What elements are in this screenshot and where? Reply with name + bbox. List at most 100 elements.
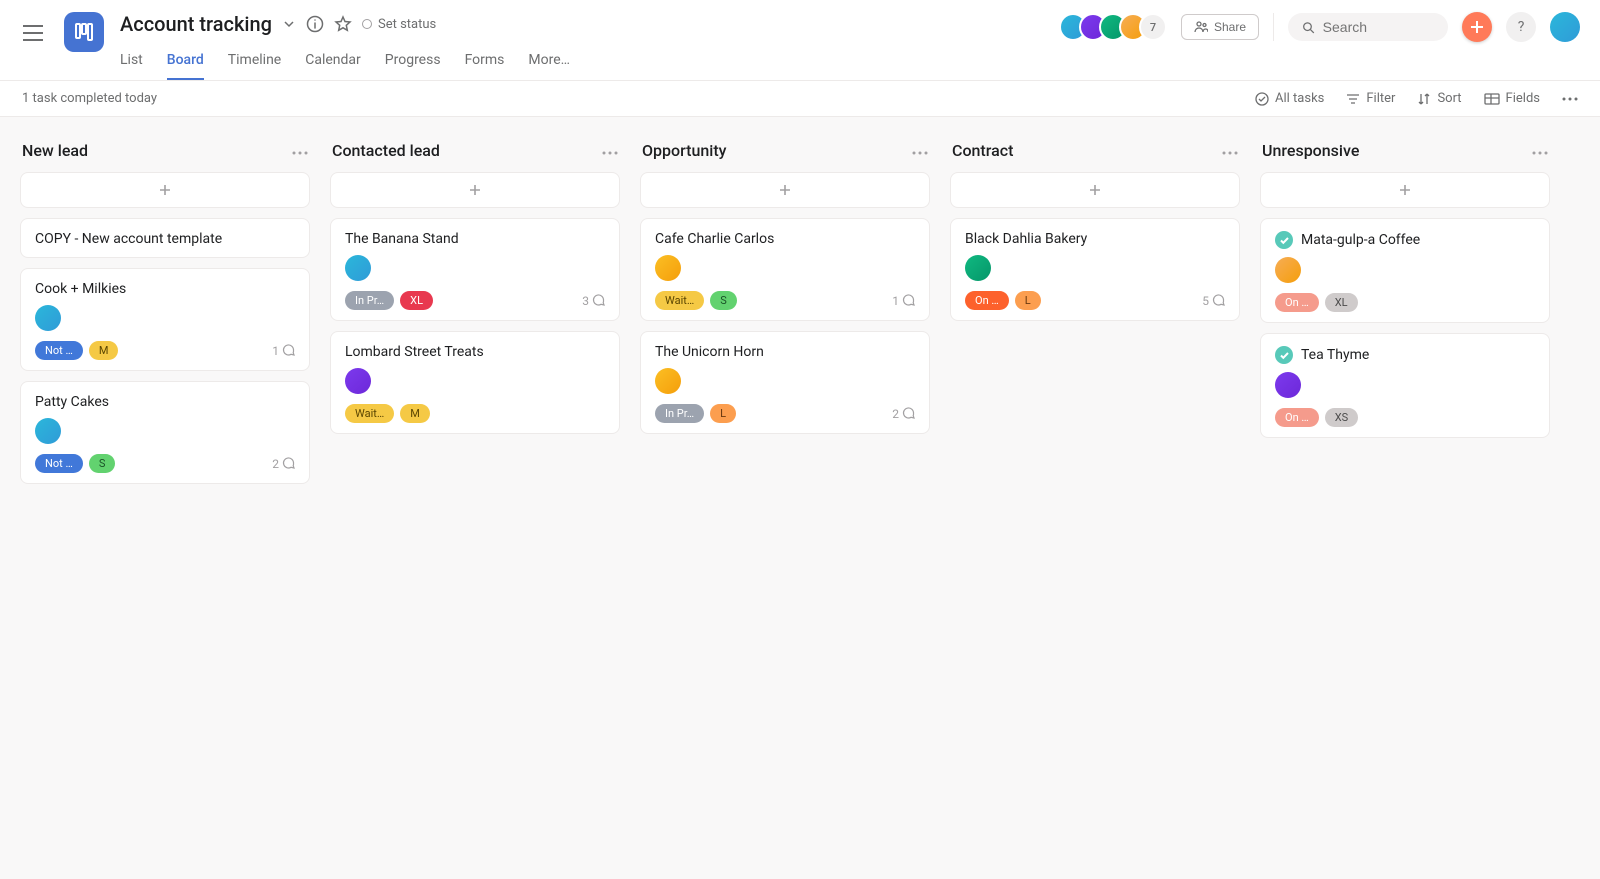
toolbar-more[interactable] bbox=[1562, 97, 1578, 101]
hamburger-icon bbox=[23, 25, 43, 41]
search-field[interactable] bbox=[1288, 13, 1448, 41]
add-task-button[interactable] bbox=[950, 172, 1240, 208]
plus-icon bbox=[1470, 20, 1484, 34]
column: New lead COPY - New account template Coo… bbox=[20, 135, 310, 494]
card-tag: On … bbox=[965, 291, 1009, 310]
hamburger-menu[interactable] bbox=[18, 18, 48, 48]
card-tag: In Pr… bbox=[655, 404, 704, 423]
add-task-button[interactable] bbox=[640, 172, 930, 208]
card-title: Cafe Charlie Carlos bbox=[655, 231, 774, 247]
assignee-avatar bbox=[35, 305, 61, 331]
done-check-icon bbox=[1275, 346, 1293, 364]
card-tag: XL bbox=[1325, 293, 1358, 312]
comment-count: 1 bbox=[892, 294, 915, 308]
comment-count: 3 bbox=[582, 294, 605, 308]
assignee-avatar bbox=[655, 255, 681, 281]
task-card[interactable]: Black Dahlia Bakery On … L 5 bbox=[950, 218, 1240, 321]
tab-timeline[interactable]: Timeline bbox=[228, 46, 281, 80]
assignee-avatar bbox=[655, 368, 681, 394]
card-title: Tea Thyme bbox=[1301, 347, 1369, 363]
board-icon bbox=[74, 22, 94, 42]
share-label: Share bbox=[1214, 20, 1246, 34]
add-task-button[interactable] bbox=[1260, 172, 1550, 208]
search-input[interactable] bbox=[1323, 19, 1434, 35]
column-menu[interactable] bbox=[1532, 143, 1548, 159]
favorite-toggle[interactable] bbox=[334, 15, 352, 33]
card-tag: In Pr… bbox=[345, 291, 394, 310]
add-task-button[interactable] bbox=[20, 172, 310, 208]
column: Unresponsive Mata-gulp-a Coffee On …XL T… bbox=[1260, 135, 1550, 494]
column-title: Opportunity bbox=[642, 141, 727, 160]
card-tag: Not … bbox=[35, 341, 83, 360]
help-button[interactable]: ? bbox=[1506, 12, 1536, 42]
card-title: Black Dahlia Bakery bbox=[965, 231, 1087, 247]
tab-forms[interactable]: Forms bbox=[465, 46, 505, 80]
fields-button[interactable]: Fields bbox=[1484, 91, 1540, 106]
tab-more[interactable]: More… bbox=[528, 46, 570, 80]
tab-calendar[interactable]: Calendar bbox=[305, 46, 361, 80]
task-card[interactable]: COPY - New account template bbox=[20, 218, 310, 258]
completion-status: 1 task completed today bbox=[22, 91, 157, 106]
tab-progress[interactable]: Progress bbox=[385, 46, 441, 80]
current-user-avatar[interactable] bbox=[1550, 12, 1580, 42]
project-title: Account tracking bbox=[120, 12, 272, 36]
separator bbox=[1273, 13, 1274, 41]
column-menu[interactable] bbox=[912, 143, 928, 159]
column-title: New lead bbox=[22, 141, 88, 160]
topbar: Account tracking Set status List Board Tim… bbox=[0, 0, 1600, 81]
assignee-avatar bbox=[345, 368, 371, 394]
column: Opportunity Cafe Charlie Carlos Wait…S1 … bbox=[640, 135, 930, 494]
board: New lead COPY - New account template Coo… bbox=[0, 117, 1600, 512]
quick-add-button[interactable] bbox=[1462, 12, 1492, 42]
set-status-label: Set status bbox=[378, 17, 436, 32]
member-overflow: 7 bbox=[1139, 13, 1167, 41]
card-title: Patty Cakes bbox=[35, 394, 109, 410]
comment-count: 2 bbox=[892, 407, 915, 421]
filter-button[interactable]: Filter bbox=[1346, 91, 1395, 106]
assignee-avatar bbox=[35, 418, 61, 444]
task-card[interactable]: Cafe Charlie Carlos Wait…S1 bbox=[640, 218, 930, 321]
task-card[interactable]: Patty Cakes Not …S2 bbox=[20, 381, 310, 484]
column: Contract Black Dahlia Bakery On …L5 bbox=[950, 135, 1240, 494]
column-menu[interactable] bbox=[292, 143, 308, 159]
task-card[interactable]: Cook + Milkies Not … M 1 bbox=[20, 268, 310, 371]
card-tag: S bbox=[89, 454, 116, 473]
share-button[interactable]: Share bbox=[1181, 14, 1259, 40]
project-head: Account tracking Set status List Board Tim… bbox=[120, 8, 570, 80]
task-card[interactable]: Lombard Street Treats Wait…M bbox=[330, 331, 620, 434]
card-title: Cook + Milkies bbox=[35, 281, 126, 297]
card-tag: Wait… bbox=[345, 404, 394, 423]
card-tag: S bbox=[710, 291, 737, 310]
card-tag: M bbox=[400, 404, 430, 423]
set-status-button[interactable]: Set status bbox=[362, 17, 436, 32]
search-icon bbox=[1302, 20, 1315, 35]
comment-count: 1 bbox=[272, 344, 295, 358]
task-card[interactable]: Mata-gulp-a Coffee On … XL bbox=[1260, 218, 1550, 323]
card-tag: L bbox=[710, 404, 736, 423]
all-tasks-filter[interactable]: All tasks bbox=[1255, 91, 1324, 106]
card-title: Mata-gulp-a Coffee bbox=[1301, 232, 1420, 248]
sort-icon bbox=[1417, 92, 1431, 106]
project-members[interactable]: 7 bbox=[1059, 13, 1167, 41]
title-dropdown[interactable] bbox=[282, 17, 296, 31]
task-card[interactable]: Tea Thyme On …XS bbox=[1260, 333, 1550, 438]
card-tag: M bbox=[89, 341, 119, 360]
card-tag: L bbox=[1015, 291, 1041, 310]
check-circle-icon bbox=[1255, 92, 1269, 106]
help-label: ? bbox=[1518, 19, 1525, 35]
column-menu[interactable] bbox=[602, 143, 618, 159]
sort-button[interactable]: Sort bbox=[1417, 91, 1461, 106]
project-info[interactable] bbox=[306, 15, 324, 33]
comment-count: 5 bbox=[1202, 294, 1225, 308]
view-tabs: List Board Timeline Calendar Progress Forms Mo… bbox=[120, 46, 570, 80]
card-tag: On … bbox=[1275, 293, 1319, 312]
task-card[interactable]: The Unicorn Horn In Pr…L2 bbox=[640, 331, 930, 434]
more-icon bbox=[1562, 97, 1578, 101]
tab-board[interactable]: Board bbox=[167, 46, 204, 80]
add-task-button[interactable] bbox=[330, 172, 620, 208]
task-card[interactable]: The Banana Stand In Pr…XL3 bbox=[330, 218, 620, 321]
column-menu[interactable] bbox=[1222, 143, 1238, 159]
done-check-icon bbox=[1275, 231, 1293, 249]
star-icon bbox=[334, 15, 352, 33]
tab-list[interactable]: List bbox=[120, 46, 143, 80]
